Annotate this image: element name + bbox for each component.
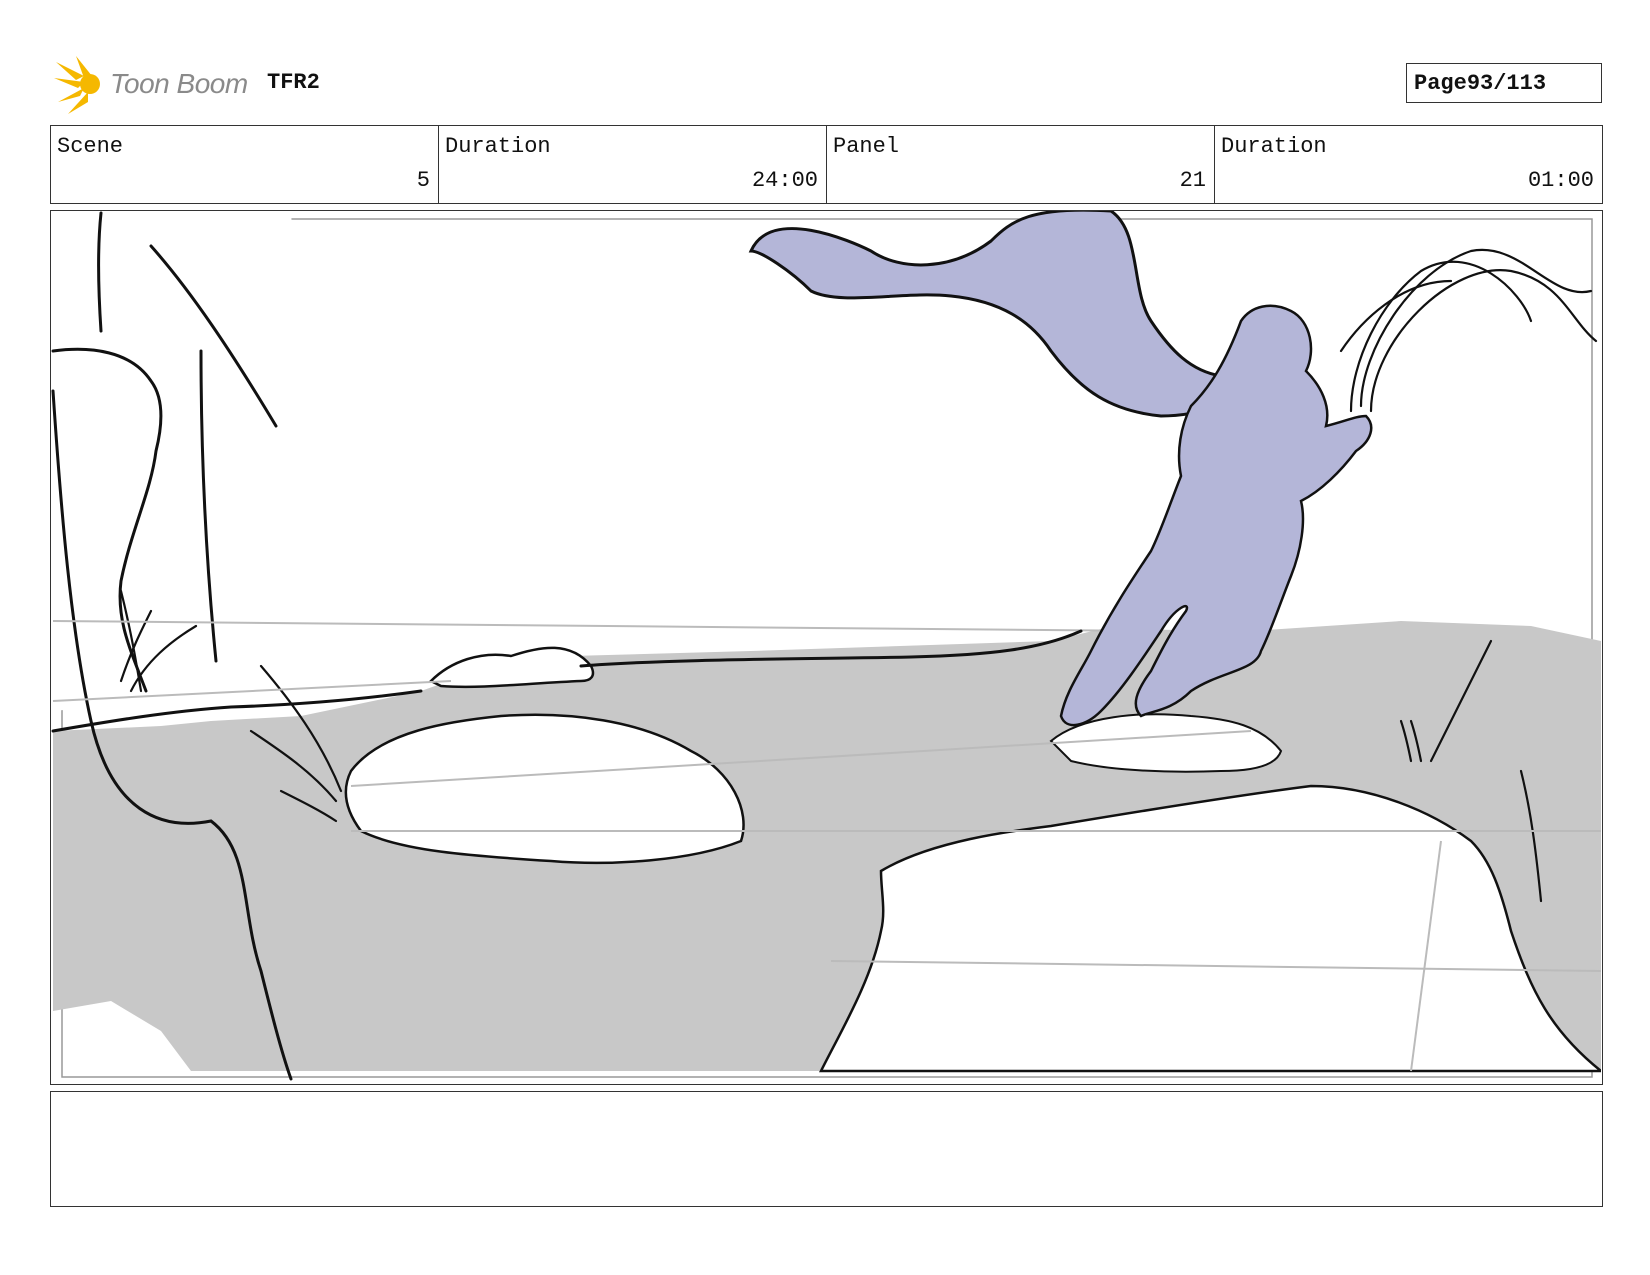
- scene-cell: Scene 5: [51, 126, 439, 203]
- logo-wordmark: Toon Boom: [110, 68, 248, 99]
- panel-sketch: [51, 211, 1601, 1081]
- panel-value: 21: [1179, 168, 1206, 193]
- panel-label: Panel: [833, 134, 900, 159]
- scene-duration-value: 24:00: [751, 168, 818, 193]
- character-cape: [748, 211, 1264, 418]
- storyboard-panel: [50, 210, 1603, 1085]
- panel-info-table: Scene 5 Duration 24:00 Panel 21 Duration…: [50, 125, 1603, 204]
- scene-value: 5: [416, 168, 430, 193]
- panel-duration-cell: Duration 01:00: [1215, 126, 1602, 203]
- panel-duration-label: Duration: [1221, 134, 1327, 159]
- scene-duration-cell: Duration 24:00: [439, 126, 827, 203]
- rock-small-top: [428, 646, 595, 689]
- cliff-left: [53, 211, 301, 711]
- whip-lines: [1339, 248, 1598, 413]
- panel-notes-box[interactable]: [50, 1091, 1603, 1207]
- scene-duration-label: Duration: [445, 134, 551, 159]
- panel-cell: Panel 21: [827, 126, 1215, 203]
- scene-label: Scene: [57, 134, 124, 159]
- project-name: TFR2: [267, 70, 320, 95]
- page-indicator: Page 93/113: [1406, 63, 1602, 103]
- page-label: Page: [1414, 70, 1467, 96]
- panel-duration-value: 01:00: [1527, 168, 1594, 193]
- page-number: 93/113: [1466, 70, 1547, 96]
